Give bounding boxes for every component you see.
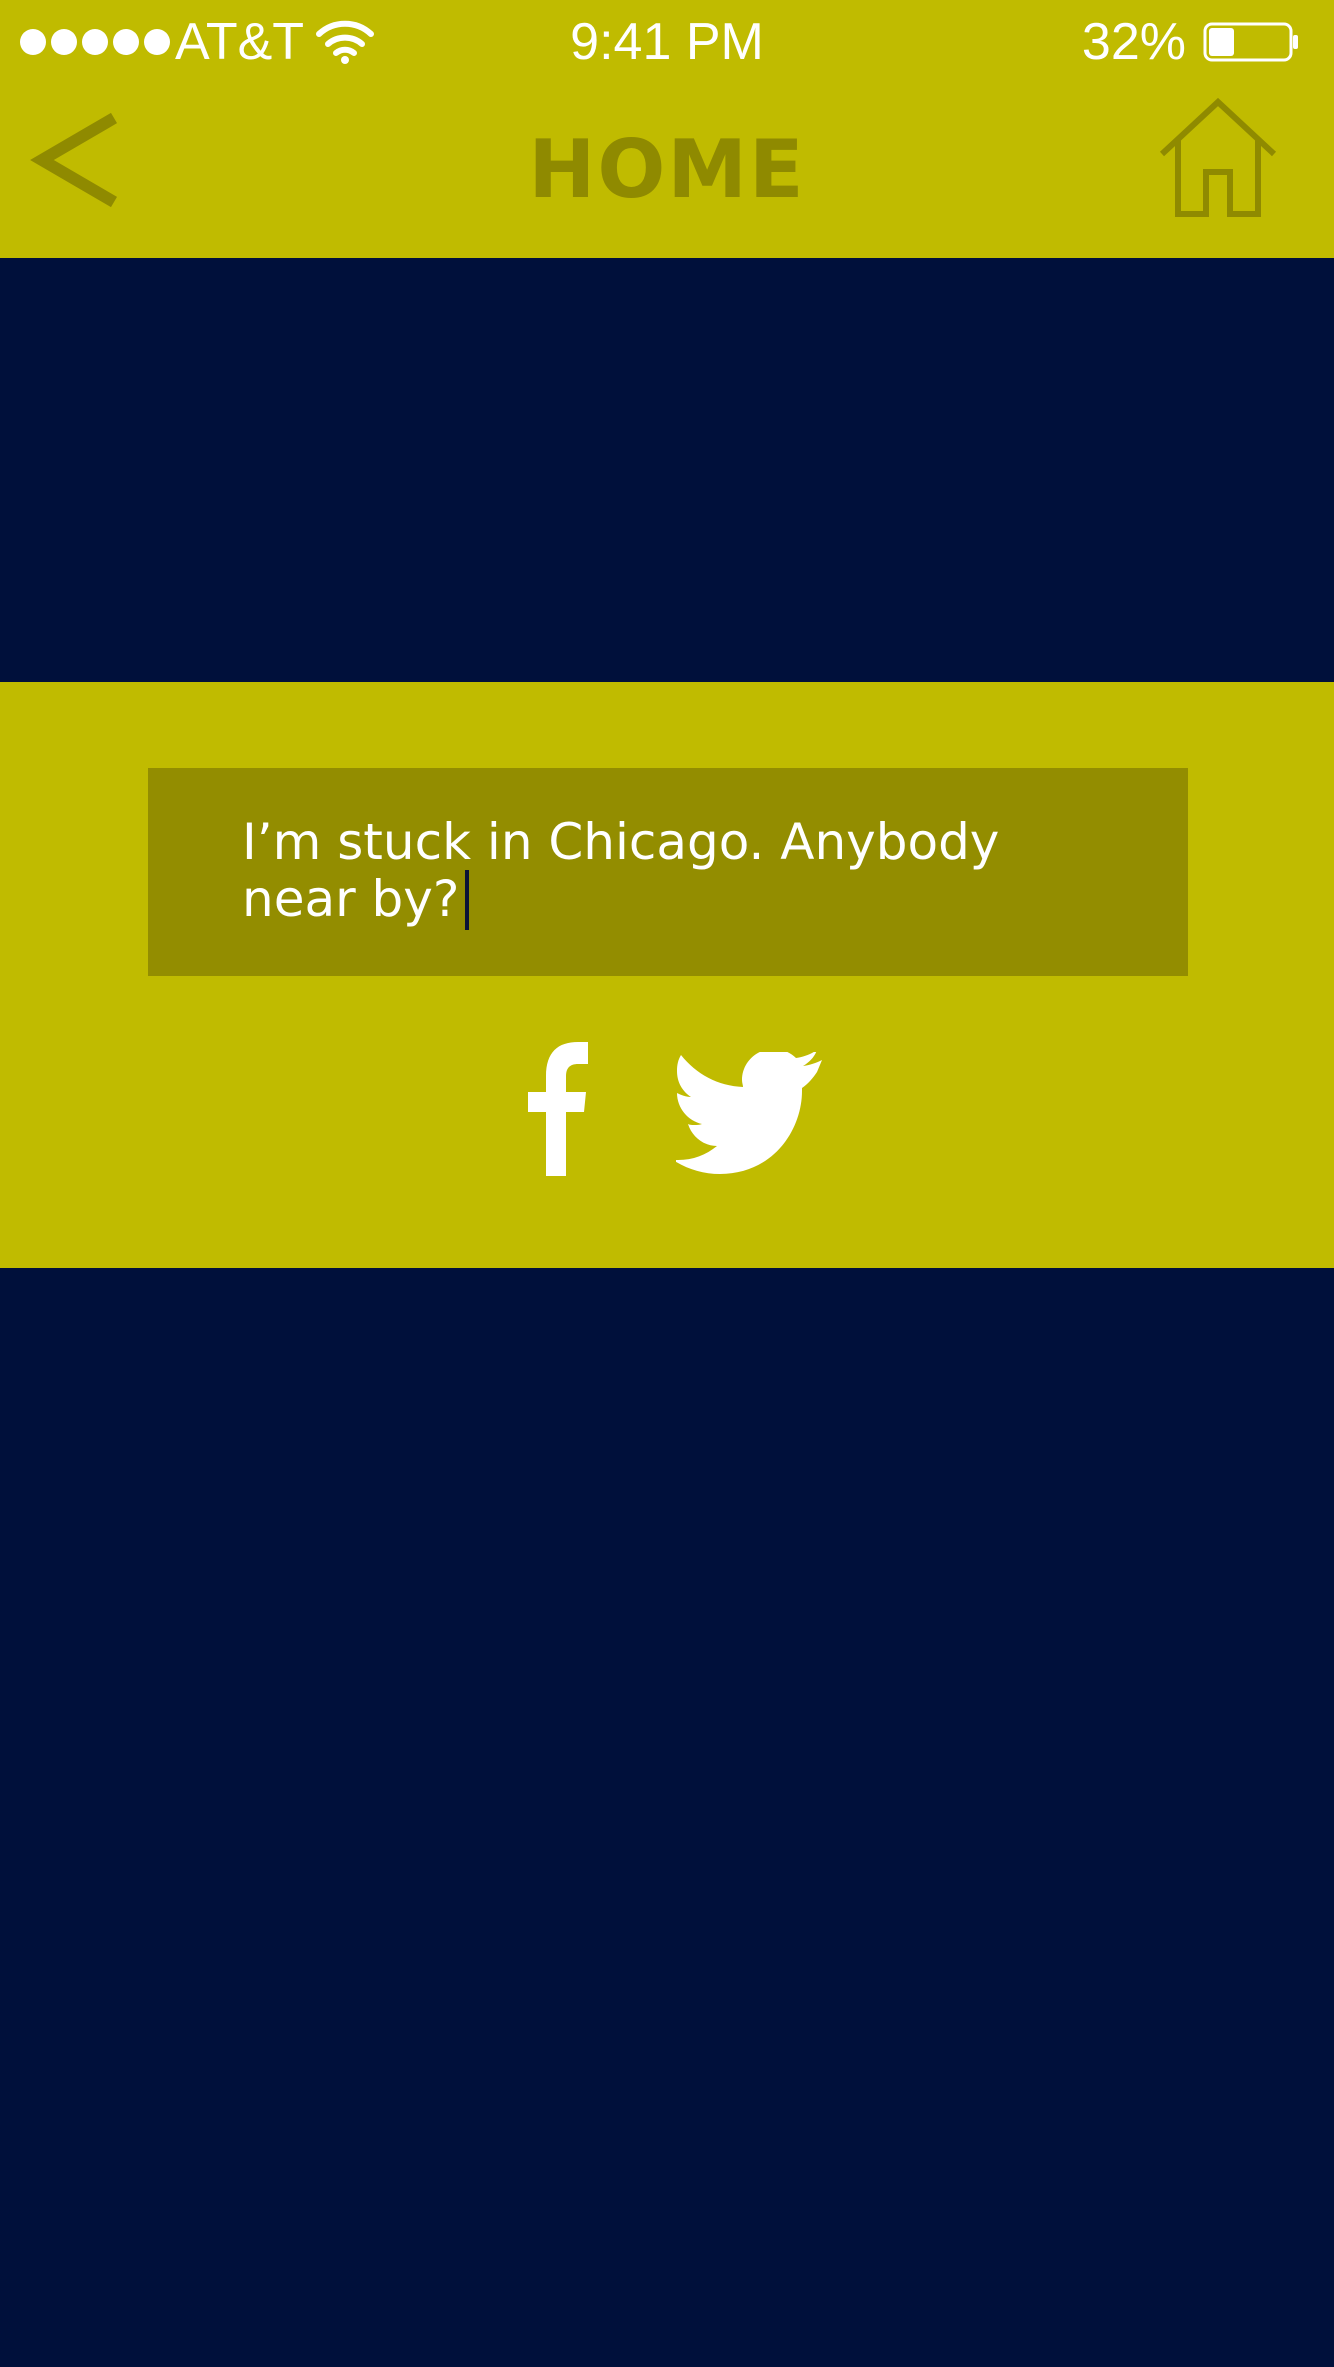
post-text-input[interactable]: I’m stuck in Chicago. Anybody near by?: [148, 768, 1188, 976]
battery-icon: [1203, 22, 1298, 62]
text-cursor: [465, 870, 470, 930]
home-button[interactable]: [1158, 96, 1278, 220]
status-bar: AT&T 9:41 PM 32%: [0, 0, 1334, 84]
twitter-icon[interactable]: [676, 1052, 824, 1174]
top-header: AT&T 9:41 PM 32% HOME: [0, 0, 1334, 258]
navigation-bar: HOME: [0, 84, 1334, 258]
share-buttons: [470, 1032, 830, 1202]
app-screen: AT&T 9:41 PM 32% HOME I’m stuck in Chica…: [0, 0, 1334, 2367]
header-banner-area: [0, 258, 1334, 682]
facebook-icon[interactable]: [526, 1040, 590, 1176]
post-text-value: I’m stuck in Chicago. Anybody near by?: [242, 813, 1000, 928]
page-title: HOME: [528, 123, 806, 216]
post-composer-section: I’m stuck in Chicago. Anybody near by?: [0, 682, 1334, 1268]
battery-percentage: 32%: [1081, 13, 1186, 71]
content-area: [0, 1268, 1334, 2367]
